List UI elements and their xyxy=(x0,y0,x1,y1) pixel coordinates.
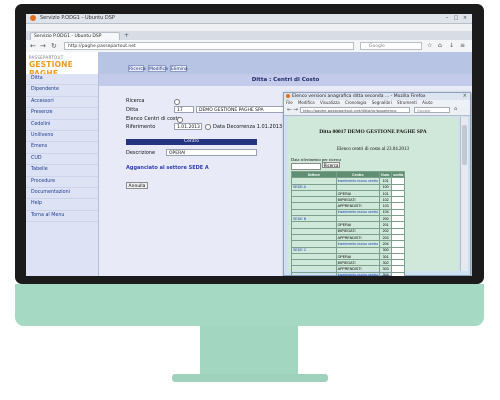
descrizione-field[interactable]: OPERAI xyxy=(166,149,257,156)
popup-home-icon[interactable]: ⌂ xyxy=(454,106,457,112)
centro-header: Centro xyxy=(126,139,257,145)
ditta-name-field[interactable]: DEMO GESTIONE PAGHE SPA xyxy=(196,106,290,113)
browser-tabbar: Servizio P.ODG1 - Ubuntu DSP DANIELE + xyxy=(26,31,472,47)
filter-date-input[interactable] xyxy=(291,163,321,170)
table-row: Inserimento nuovo centro 304 xyxy=(291,271,406,276)
browser-tab[interactable]: Servizio P.ODG1 - Ubuntu DSP DANIELE xyxy=(30,32,120,47)
sidebar-item-tabelle[interactable]: Tabelle xyxy=(26,165,98,177)
minimize-icon[interactable]: – xyxy=(444,15,450,21)
search-input[interactable]: Google xyxy=(360,42,422,50)
browser-menubar: File Modifica Visualizza Cronologia Segn… xyxy=(26,24,472,41)
window-title: Servizio P.ODG1 - Ubuntu DSP xyxy=(40,15,115,21)
riferimento-date-field[interactable]: 1.01.2013 xyxy=(174,123,202,130)
maximize-icon[interactable]: □ xyxy=(453,15,459,21)
sidebar-item-uniliveno[interactable]: Uniliveno xyxy=(26,131,98,143)
app-logo: PASSEPARTOUT GESTIONE PAGHE xyxy=(26,52,98,78)
popup-menu-aiuto[interactable]: Aiuto xyxy=(422,100,432,105)
popup-heading: Ditta 00017 DEMO GESTIONE PAGHE SPA xyxy=(319,129,427,135)
home-icon[interactable]: ⌂ xyxy=(438,42,442,50)
elenco-label: Elenco Centri di costo xyxy=(126,116,181,122)
imac-stand xyxy=(200,326,298,376)
imac-stand-foot xyxy=(172,374,328,382)
descrizione-label: Descrizione xyxy=(126,150,156,156)
popup-menu-cronologia[interactable]: Cronologia xyxy=(345,100,366,105)
star-icon[interactable]: ☆ xyxy=(427,42,432,50)
sidebar-item-accessori[interactable]: Accessori xyxy=(26,97,98,109)
popup-search-input[interactable]: Google xyxy=(414,107,450,113)
popup-menu-file[interactable]: File xyxy=(286,100,293,105)
riferimento-label: Riferimento xyxy=(126,124,156,130)
popup-content: Ditta 00017 DEMO GESTIONE PAGHE SPA Elen… xyxy=(288,117,458,276)
popup-subheading: Elenco centri di costo al 23.04.2013 xyxy=(336,147,410,152)
popup-menu-visualizza[interactable]: Visualizza xyxy=(320,100,340,105)
new-tab-icon[interactable]: + xyxy=(124,32,129,39)
modifica-button[interactable]: Modifica xyxy=(148,65,168,72)
popup-scrollbar[interactable] xyxy=(460,117,468,271)
popup-close-icon[interactable]: × xyxy=(463,93,467,99)
ditta-code-field[interactable]: 17 xyxy=(174,106,194,113)
reload-icon[interactable]: ↻ xyxy=(51,42,57,50)
sidebar-item-presenze[interactable]: Presenze xyxy=(26,108,98,120)
sidebar-item-procedure[interactable]: Procedure xyxy=(26,177,98,188)
popup-window: Elenco versioni anagrafica ditta seconda… xyxy=(283,92,471,276)
decorrenza-radio[interactable] xyxy=(205,124,211,130)
forward-icon[interactable]: → xyxy=(40,42,46,50)
elimina-button[interactable]: Elimina xyxy=(170,65,188,72)
annulla-button[interactable]: Annulla xyxy=(126,182,148,189)
sidebar-item-emens[interactable]: Emens xyxy=(26,142,98,154)
ricerca-radio[interactable] xyxy=(174,99,180,105)
sidebar-item-ditta[interactable]: Ditta xyxy=(26,74,98,86)
download-icon[interactable]: ↓ xyxy=(449,42,454,50)
page-title: Ditta : Centri di Costo xyxy=(99,74,472,86)
address-bar[interactable]: http://paghe.passepartout.net xyxy=(64,42,354,50)
back-icon[interactable]: ← xyxy=(30,42,36,50)
popup-navbar: ← → http://paghe.passepartout.net/ditta/… xyxy=(284,106,470,116)
decorrenza-text: Data Decorrenza 1.01.2013 xyxy=(213,124,283,130)
row-num-cell: 304 xyxy=(379,271,393,276)
menu-icon[interactable]: ≡ xyxy=(460,42,465,50)
sidebar-item-help[interactable]: Help xyxy=(26,199,98,211)
centri-table: Settore Centro Num. scelta Inserimento n… xyxy=(291,170,406,276)
ricerca-label: Ricerca xyxy=(126,98,145,104)
sidebar-item-documentazioni[interactable]: Documentazioni xyxy=(26,188,98,200)
sidebar-item-cedolini[interactable]: Cedolini xyxy=(26,120,98,131)
popup-menu-segnalibri[interactable]: Segnalibri xyxy=(372,100,392,105)
sidebar-item-dipendente[interactable]: Dipendente xyxy=(26,85,98,97)
firefox-icon xyxy=(30,15,36,21)
row-centro-cell[interactable]: Inserimento nuovo centro xyxy=(335,271,381,276)
sidebar-item-cud[interactable]: CUD xyxy=(26,154,98,166)
row-select-checkbox[interactable] xyxy=(391,271,406,276)
ditta-label: Ditta xyxy=(126,107,139,113)
sidebar: Ditta Dipendente Accessori Presenze Cedo… xyxy=(26,74,99,276)
close-icon[interactable]: × xyxy=(462,15,468,21)
popup-menu-modifica[interactable]: Modifica xyxy=(298,100,315,105)
screen: Servizio P.ODG1 - Ubuntu DSP – □ × File … xyxy=(26,14,472,276)
popup-forward-icon[interactable]: → xyxy=(293,106,298,113)
app-toolbar: Ricerca Modifica Elimina xyxy=(98,52,472,74)
popup-title: Elenco versioni anagrafica ditta seconda… xyxy=(284,93,470,100)
popup-address-bar[interactable]: http://paghe.passepartout.net/ditta/gr/p… xyxy=(300,107,410,113)
aggancio-text: Agganciato al settore SEDE A xyxy=(126,165,209,171)
imac-chin xyxy=(15,284,484,326)
ricerca-button[interactable]: Ricerca xyxy=(128,65,146,72)
sidebar-item-menu[interactable]: Torna al Menu xyxy=(26,211,98,223)
popup-back-icon[interactable]: ← xyxy=(287,106,292,113)
browser-titlebar: Servizio P.ODG1 - Ubuntu DSP – □ × xyxy=(26,14,472,24)
popup-scroll-thumb[interactable] xyxy=(462,125,467,165)
popup-menu-strumenti[interactable]: Strumenti xyxy=(397,100,417,105)
popup-firefox-icon xyxy=(286,94,290,98)
popup-ricerca-button[interactable]: Ricerca xyxy=(322,162,340,168)
row-settore-cell xyxy=(291,271,337,276)
